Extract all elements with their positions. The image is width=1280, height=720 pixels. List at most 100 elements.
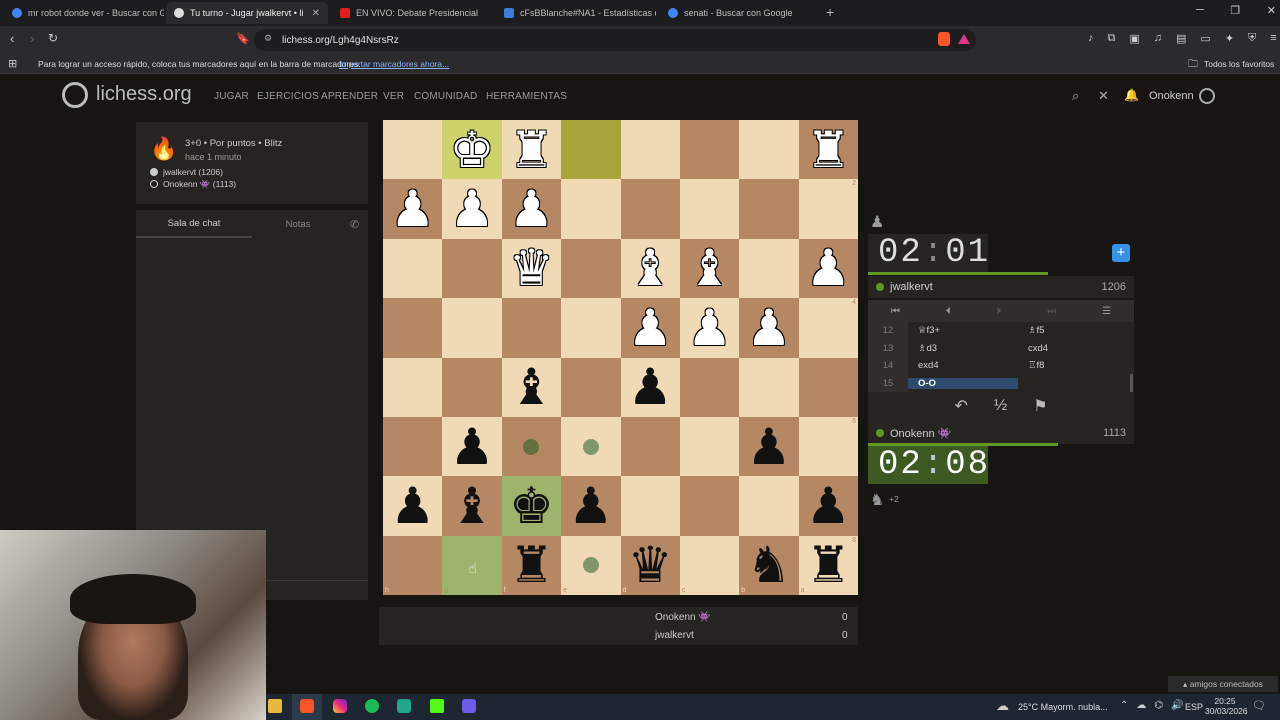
square-d1[interactable] (620, 120, 680, 180)
square-f3[interactable]: ♛ (501, 238, 562, 299)
square-h3[interactable] (383, 238, 443, 299)
square-h7[interactable]: ♟ (383, 476, 443, 536)
close-window-icon[interactable]: ✕ (1267, 4, 1276, 17)
square-b8[interactable]: ♞ b (739, 535, 799, 595)
square-h5[interactable] (383, 357, 443, 417)
move-list-scrollbar[interactable] (1130, 374, 1133, 392)
url-field[interactable]: ⚙ lichess.org/Lgh4g4NsrsRz (254, 29, 976, 51)
notification-center-icon[interactable]: 🗨 (1252, 699, 1266, 712)
white-pawn[interactable]: ♟ (687, 303, 732, 353)
square-a6[interactable]: 6 (798, 416, 858, 477)
white-pawn[interactable]: ♟ (806, 243, 851, 293)
black-rook[interactable]: ♜ (509, 540, 554, 590)
square-f2[interactable]: ♟ (501, 179, 562, 239)
restore-icon[interactable]: ❐ (1230, 4, 1240, 17)
clock-widget[interactable]: 20:25 30/03/2026 (1205, 696, 1248, 716)
offer-draw-icon[interactable]: ½ (994, 397, 1007, 415)
instagram-icon[interactable] (333, 699, 347, 713)
next-move-icon[interactable]: ⏵ (996, 306, 1001, 317)
all-favorites-link[interactable]: Todos los favoritos (1204, 59, 1274, 69)
leo-icon[interactable]: ✦ (1225, 32, 1234, 45)
sidebar-icon[interactable]: ▤ (1176, 32, 1186, 45)
square-c1[interactable] (679, 120, 740, 180)
square-c4[interactable]: ♟ (679, 298, 740, 358)
site-info-icon[interactable]: ⚙ (264, 33, 272, 44)
square-a4[interactable]: 4 (798, 298, 858, 358)
player-name[interactable]: Onokenn 👾 (890, 427, 951, 440)
add-time-button[interactable]: + (1112, 244, 1130, 262)
black-move[interactable]: ♗f5 (1018, 325, 1128, 336)
white-move[interactable]: ♕f3+ (908, 325, 1018, 336)
square-e7[interactable]: ♟ (561, 476, 621, 536)
search-icon[interactable]: ⌕ (1072, 88, 1079, 104)
white-move[interactable]: ♗d3 (908, 343, 1018, 354)
audio-icon[interactable]: ♪ (1088, 32, 1094, 45)
network-icon[interactable]: ⌬ (1154, 700, 1163, 711)
white-player[interactable]: jwalkervt (1206) (163, 167, 223, 177)
square-d2[interactable] (620, 179, 680, 239)
weather-text[interactable]: 25°C Mayorm. nubla... (1018, 702, 1108, 712)
move-hint-dot[interactable] (582, 557, 599, 574)
square-h4[interactable] (383, 298, 443, 358)
phone-icon[interactable]: ✆ (350, 218, 359, 231)
chess-board[interactable]: ♚ ♜ ♜ 1 ♟ ♟ ♟ 2 ♛ ♝ ♝ ♟ 3 ♟ ♟ ♟ 4 ♝ ♟ 5 ♟ … (383, 120, 858, 595)
spotify-icon[interactable] (365, 699, 379, 713)
prev-move-icon[interactable]: ⏴ (946, 306, 951, 317)
white-move-current[interactable]: O-O (908, 377, 1018, 389)
lichess-logo-icon[interactable] (62, 82, 88, 108)
square-c2[interactable] (679, 179, 740, 239)
white-bishop[interactable]: ♝ (687, 243, 732, 293)
move-hint-dot[interactable] (582, 438, 599, 455)
reload-icon[interactable]: ↻ (48, 31, 58, 45)
onedrive-icon[interactable]: ☁ (1136, 700, 1146, 711)
nav-comunidad[interactable]: COMUNIDAD (414, 91, 477, 102)
kick-icon[interactable] (430, 699, 444, 713)
white-king[interactable]: ♚ (450, 125, 495, 175)
white-bishop[interactable]: ♝ (628, 243, 673, 293)
white-pawn[interactable]: ♟ (747, 303, 792, 353)
white-rook[interactable]: ♜ (806, 125, 851, 175)
square-h2[interactable]: ♟ (383, 179, 443, 239)
black-pawn[interactable]: ♟ (390, 481, 435, 531)
black-bishop[interactable]: ♝ (509, 362, 554, 412)
square-a3[interactable]: ♟ 3 (798, 238, 858, 299)
brave-icon[interactable] (300, 699, 314, 713)
takeback-icon[interactable]: ↶ (954, 396, 967, 416)
square-g8[interactable]: ☝ g (442, 535, 502, 595)
tab-search-mr-robot[interactable]: mr robot donde ver - Buscar con Go (4, 2, 164, 24)
nav-ver[interactable]: VER (383, 91, 404, 102)
menu-icon[interactable]: ☰ (1102, 306, 1111, 317)
move-hint-dot[interactable] (523, 438, 540, 455)
black-move[interactable]: cxd4 (1018, 343, 1128, 354)
square-c8[interactable]: c (679, 535, 740, 595)
menu-icon[interactable]: ≡ (1270, 32, 1276, 45)
square-f5[interactable]: ♝ (501, 357, 562, 417)
black-player[interactable]: Onokenn 👾 (1113) (163, 179, 236, 190)
square-f7[interactable]: ♚ (501, 476, 562, 536)
square-g2[interactable]: ♟ (442, 179, 502, 239)
nav-herramientas[interactable]: HERRAMIENTAS (486, 91, 567, 102)
square-a2[interactable]: 2 (798, 179, 858, 239)
notifications-icon[interactable]: 🔔 (1124, 88, 1139, 102)
square-g5[interactable] (442, 357, 502, 417)
tab-lichess[interactable]: Tu turno - Jugar jwalkervt • li ✕ (166, 2, 328, 24)
black-pawn[interactable]: ♟ (450, 422, 495, 472)
user-menu[interactable]: Onokenn (1149, 90, 1194, 102)
square-b2[interactable] (739, 179, 799, 239)
white-rook[interactable]: ♜ (509, 125, 554, 175)
white-queen[interactable]: ♛ (509, 243, 554, 293)
square-a5[interactable]: 5 (798, 357, 858, 417)
tab-debate[interactable]: EN VIVO: Debate Presidencial (332, 2, 492, 24)
media-app-icon[interactable] (462, 699, 476, 713)
file-explorer-icon[interactable] (268, 699, 282, 713)
close-tab-icon[interactable]: ✕ (312, 8, 320, 19)
black-king[interactable]: ♚ (509, 481, 554, 531)
tray-arrow-icon[interactable]: ⌃ (1120, 700, 1128, 711)
vpn-icon[interactable]: ⛨ (1248, 32, 1256, 45)
black-pawn[interactable]: ♟ (747, 422, 792, 472)
square-b3[interactable] (739, 238, 799, 299)
wallet-icon[interactable]: ▭ (1200, 32, 1210, 45)
nav-jugar[interactable]: JUGAR (214, 91, 249, 102)
square-d8[interactable]: ♛ d (620, 535, 680, 595)
square-g1[interactable]: ♚ (442, 120, 502, 180)
